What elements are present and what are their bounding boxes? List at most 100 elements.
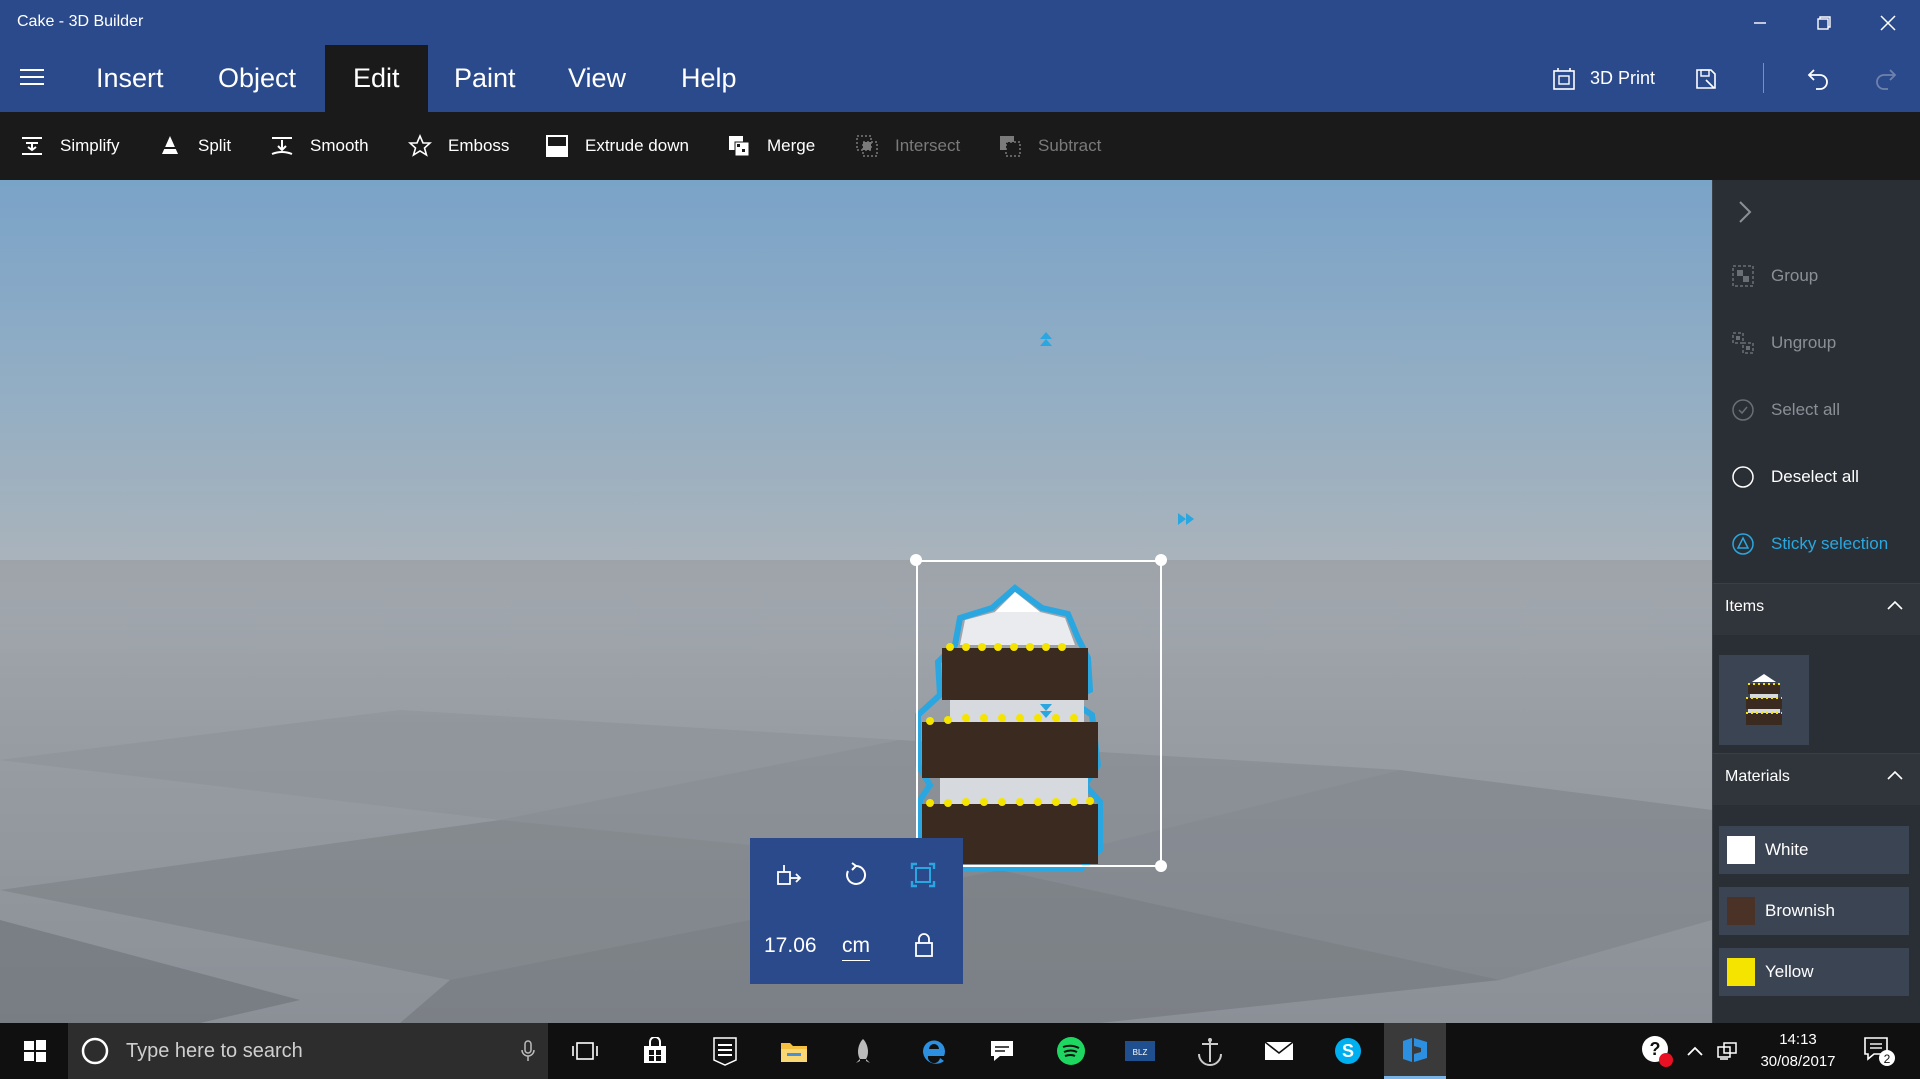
simplify-icon — [22, 137, 42, 155]
taskbar-file-explorer[interactable] — [763, 1023, 825, 1079]
svg-text:S: S — [1342, 1041, 1354, 1061]
group-icon — [1732, 265, 1754, 287]
taskbar: Type here to search BLZ S ? 14:13 30/08/… — [0, 1023, 1920, 1079]
clock-time: 14:13 — [1779, 1031, 1817, 1048]
network-tray-icon[interactable] — [1716, 1023, 1738, 1079]
resize-handle-top-left[interactable] — [910, 554, 922, 566]
taskbar-world-of-warships[interactable] — [1179, 1023, 1241, 1079]
scale-tool-icon[interactable] — [910, 862, 936, 888]
merge-label: Merge — [767, 136, 816, 155]
close-button[interactable] — [1856, 0, 1920, 45]
taskbar-skype[interactable]: S — [1317, 1023, 1379, 1079]
move-down-arrow-icon[interactable] — [1038, 700, 1054, 720]
taskbar-blizzard[interactable]: BLZ — [1109, 1023, 1171, 1079]
help-tray-icon[interactable]: ? — [1640, 1023, 1674, 1079]
material-swatch — [1727, 958, 1755, 986]
search-placeholder: Type here to search — [126, 1039, 303, 1062]
microphone-icon[interactable] — [520, 1039, 536, 1063]
move-right-arrow-icon[interactable] — [1176, 512, 1198, 526]
items-section-header[interactable]: Items — [1713, 583, 1920, 635]
split-button[interactable]: Split — [158, 112, 231, 180]
smooth-label: Smooth — [310, 136, 369, 155]
subtract-button[interactable]: Subtract — [998, 112, 1101, 180]
minimize-icon — [1754, 21, 1766, 24]
start-button[interactable] — [4, 1023, 66, 1079]
tab-help[interactable]: Help — [653, 45, 765, 112]
simplify-label: Simplify — [60, 136, 120, 155]
material-brownish[interactable]: Brownish — [1719, 887, 1909, 935]
materials-section-header[interactable]: Materials — [1713, 753, 1920, 805]
emboss-button[interactable]: Emboss — [408, 112, 509, 180]
save-button[interactable] — [1694, 45, 1718, 112]
minimize-button[interactable] — [1728, 0, 1792, 45]
svg-text:?: ? — [1650, 1039, 1661, 1059]
tab-view[interactable]: View — [540, 45, 654, 112]
size-value[interactable]: 17.06 — [764, 934, 817, 958]
split-label: Split — [198, 136, 232, 155]
tab-edit[interactable]: Edit — [325, 45, 428, 112]
action-center-button[interactable]: 2 — [1862, 1023, 1896, 1079]
mail-icon — [1264, 1041, 1294, 1060]
taskbar-3d-builder[interactable] — [1384, 1023, 1446, 1079]
ungroup-icon — [1732, 332, 1754, 354]
redo-icon — [1876, 68, 1897, 90]
deselect-all-button[interactable]: Deselect all — [1731, 462, 1859, 492]
sticky-selection-toggle[interactable]: Sticky selection — [1731, 529, 1888, 559]
item-thumbnail-cake[interactable] — [1719, 655, 1809, 745]
taskbar-edge[interactable] — [902, 1023, 964, 1079]
materials-title: Materials — [1725, 768, 1790, 785]
show-hidden-icons-button[interactable] — [1686, 1023, 1704, 1079]
merge-icon — [729, 136, 750, 157]
intersect-button[interactable]: Intersect — [855, 112, 960, 180]
3d-viewport[interactable]: 17.06 cm — [0, 180, 1712, 1023]
taskbar-store[interactable] — [624, 1023, 686, 1079]
taskbar-epic-games[interactable] — [694, 1023, 756, 1079]
skype-icon: S — [1335, 1038, 1361, 1064]
smooth-button[interactable]: Smooth — [270, 112, 369, 180]
undo-button[interactable] — [1806, 45, 1830, 112]
taskbar-mail[interactable] — [1248, 1023, 1310, 1079]
3d-print-button[interactable]: 3D Print — [1552, 45, 1655, 112]
extrude-down-button[interactable]: Extrude down — [545, 112, 689, 180]
material-yellow[interactable]: Yellow — [1719, 948, 1909, 996]
move-tool-icon[interactable] — [776, 862, 802, 888]
network-icon — [1717, 1042, 1737, 1060]
tab-insert[interactable]: Insert — [68, 45, 192, 112]
material-white[interactable]: White — [1719, 826, 1909, 874]
taskbar-clock[interactable]: 14:13 30/08/2017 — [1748, 1029, 1848, 1073]
simplify-button[interactable]: Simplify — [20, 112, 120, 180]
task-view-icon — [572, 1042, 598, 1060]
taskbar-spotify[interactable] — [1040, 1023, 1102, 1079]
move-up-arrow-icon[interactable] — [1038, 330, 1054, 350]
restore-button[interactable] — [1792, 0, 1856, 45]
rotate-tool-icon[interactable] — [843, 862, 869, 888]
sticky-selection-icon — [1732, 533, 1754, 555]
smooth-icon — [271, 137, 293, 155]
taskbar-rocket-app[interactable] — [832, 1023, 894, 1079]
star-icon — [408, 134, 432, 157]
group-button[interactable]: Group — [1731, 261, 1818, 291]
resize-handle-top-right[interactable] — [1155, 554, 1167, 566]
chevron-up-icon — [1887, 770, 1903, 780]
merge-button[interactable]: Merge — [727, 112, 815, 180]
ungroup-button[interactable]: Ungroup — [1731, 328, 1836, 358]
extrude-down-label: Extrude down — [585, 136, 689, 155]
unit-selector[interactable]: cm — [842, 934, 870, 961]
redo-button[interactable] — [1874, 45, 1898, 112]
taskbar-messaging[interactable] — [971, 1023, 1033, 1079]
select-all-button[interactable]: Select all — [1731, 395, 1840, 425]
taskbar-search-box[interactable]: Type here to search — [68, 1023, 548, 1079]
hamburger-menu-icon[interactable] — [20, 69, 44, 87]
resize-handle-bottom-right[interactable] — [1155, 860, 1167, 872]
title-bar: Cake - 3D Builder — [0, 0, 1920, 45]
edge-icon — [922, 1040, 945, 1064]
transform-panel: 17.06 cm — [750, 838, 963, 984]
tab-object[interactable]: Object — [190, 45, 324, 112]
3d-builder-icon — [1403, 1037, 1427, 1062]
lock-icon[interactable] — [914, 932, 934, 958]
task-view-button[interactable] — [554, 1023, 616, 1079]
cortana-icon — [81, 1037, 109, 1065]
collapse-panel-chevron-icon[interactable] — [1737, 200, 1753, 224]
close-icon — [1880, 14, 1896, 31]
tab-paint[interactable]: Paint — [426, 45, 544, 112]
